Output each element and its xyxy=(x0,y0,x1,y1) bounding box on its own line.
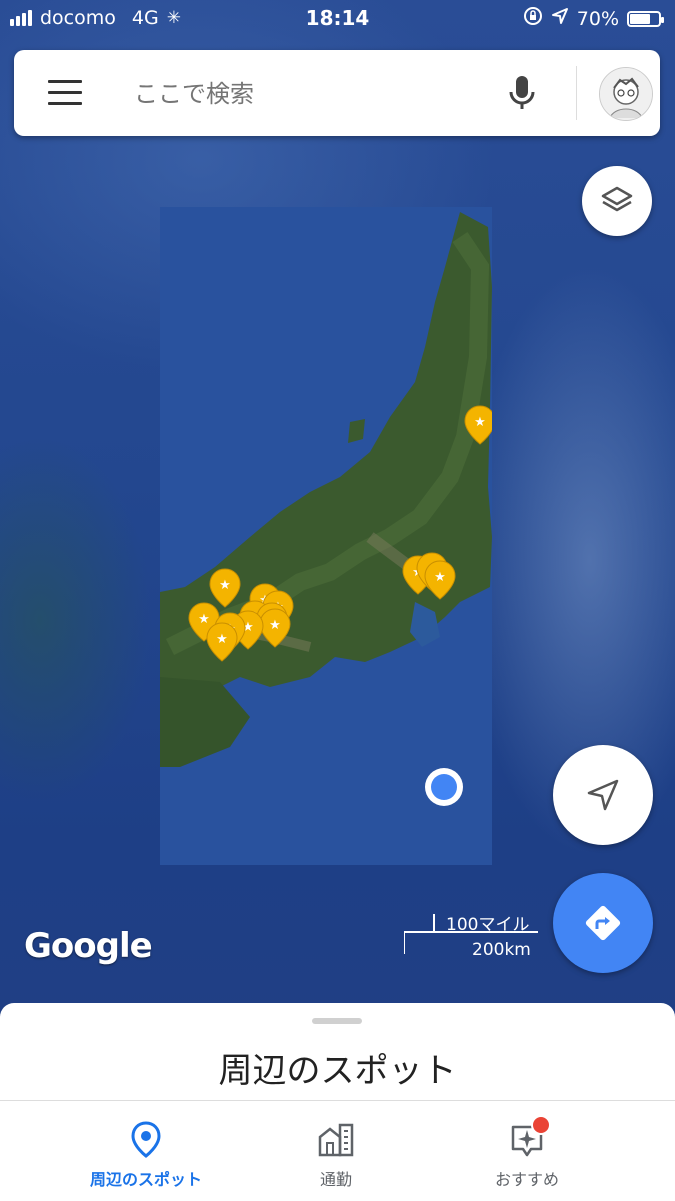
location-services-icon xyxy=(551,7,569,30)
tab-explore[interactable]: 周辺のスポット xyxy=(46,1101,246,1201)
tab-for-you[interactable]: おすすめ xyxy=(427,1101,627,1201)
map-scale: 100マイル 200km xyxy=(404,910,540,962)
tab-label: 周辺のスポット xyxy=(89,1170,202,1189)
svg-text:★: ★ xyxy=(474,415,486,430)
google-logo: Google xyxy=(24,926,153,966)
status-bar: docomo 4G ✳ 18:14 70% xyxy=(0,0,675,38)
hamburger-menu-icon[interactable] xyxy=(48,80,82,106)
current-location-dot xyxy=(425,768,463,806)
bottom-navigation: 周辺のスポット 通勤 おすすめ xyxy=(0,1100,675,1201)
tab-label: おすすめ xyxy=(494,1170,559,1189)
search-bar xyxy=(14,50,660,136)
search-divider xyxy=(576,66,577,120)
scale-imperial: 100マイル xyxy=(446,915,530,935)
scale-metric: 200km xyxy=(472,940,531,960)
svg-text:★: ★ xyxy=(434,570,446,585)
commute-building-icon xyxy=(318,1123,354,1157)
battery-percentage: 70% xyxy=(576,7,619,30)
svg-text:★: ★ xyxy=(219,578,231,593)
notification-badge xyxy=(531,1115,551,1135)
svg-text:★: ★ xyxy=(216,632,228,647)
navigation-arrow-icon xyxy=(587,779,619,811)
my-location-button[interactable] xyxy=(553,745,653,845)
sheet-drag-handle[interactable] xyxy=(312,1018,362,1024)
layers-icon xyxy=(601,186,633,212)
directions-button[interactable] xyxy=(553,873,653,973)
location-pin-icon xyxy=(131,1121,161,1158)
sheet-title: 周辺のスポット xyxy=(218,1051,457,1091)
svg-text:★: ★ xyxy=(269,618,281,633)
avatar[interactable] xyxy=(599,67,653,121)
tab-commute[interactable]: 通勤 xyxy=(236,1101,436,1201)
microphone-icon[interactable] xyxy=(504,72,540,114)
rotation-lock-icon xyxy=(523,6,543,31)
satellite-map-tile: ★ ★ ★ ★ ★ ★ ★ ★ ★ ★ ★ ★ ★ ★ xyxy=(160,207,492,865)
battery-icon xyxy=(627,10,664,27)
directions-icon xyxy=(585,905,621,941)
tab-label: 通勤 xyxy=(319,1170,352,1189)
explore-sheet[interactable]: 周辺のスポット xyxy=(0,1003,675,1113)
svg-text:★: ★ xyxy=(198,612,210,627)
search-input[interactable] xyxy=(132,74,496,114)
layers-button[interactable] xyxy=(582,166,652,236)
